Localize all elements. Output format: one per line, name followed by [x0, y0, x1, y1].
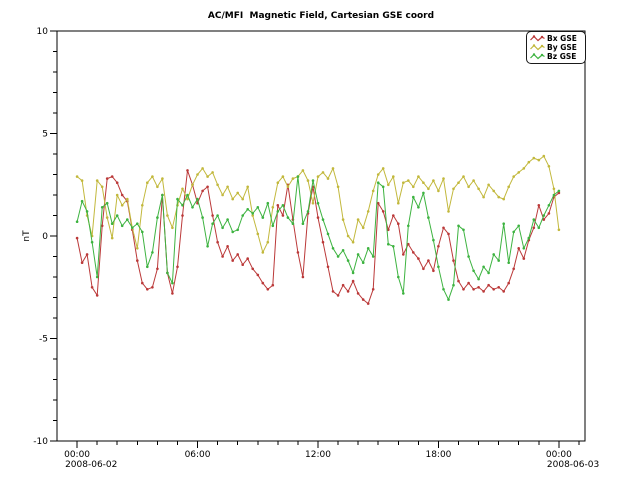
x-tick-label: 18:00	[425, 450, 451, 460]
x-tick-label: 06:00	[185, 450, 211, 460]
series-bx-gse	[76, 169, 560, 305]
chart-figure: AC/MFI Magnetic Field, Cartesian GSE coo…	[0, 0, 640, 480]
y-tick-label: 0	[42, 232, 48, 242]
legend-entry-bz: Bz GSE	[530, 52, 582, 61]
bx-line-sample-icon	[530, 35, 545, 43]
x-tick-date-label: 2008-06-02	[65, 460, 117, 470]
x-tick-label: 00:00	[546, 450, 572, 460]
by-line-sample-icon	[530, 44, 545, 52]
y-tick-label: 5	[42, 130, 48, 140]
x-tick-label: 12:00	[305, 450, 331, 460]
axes-frame: 1050-5-1000:002008-06-0206:0012:0018:000…	[33, 27, 599, 470]
legend-label-bz: Bz GSE	[547, 52, 576, 61]
bz-line-sample-icon	[530, 53, 545, 61]
x-tick-date-label: 2008-06-03	[547, 460, 599, 470]
legend-label-bx: Bx GSE	[547, 34, 577, 43]
series-bz-gse	[76, 175, 560, 301]
y-axis-label: nT	[22, 230, 32, 241]
y-tick-label: 10	[37, 27, 49, 37]
legend-label-by: By GSE	[547, 43, 577, 52]
y-tick-label: -5	[39, 335, 48, 345]
legend-entry-bx: Bx GSE	[530, 34, 582, 43]
legend-entry-by: By GSE	[530, 43, 582, 52]
y-tick-label: -10	[33, 437, 48, 447]
legend: Bx GSE By GSE Bz GSE	[526, 31, 586, 64]
plot-area: 1050-5-1000:002008-06-0206:0012:0018:000…	[0, 0, 640, 480]
x-tick-label: 00:00	[64, 450, 90, 460]
